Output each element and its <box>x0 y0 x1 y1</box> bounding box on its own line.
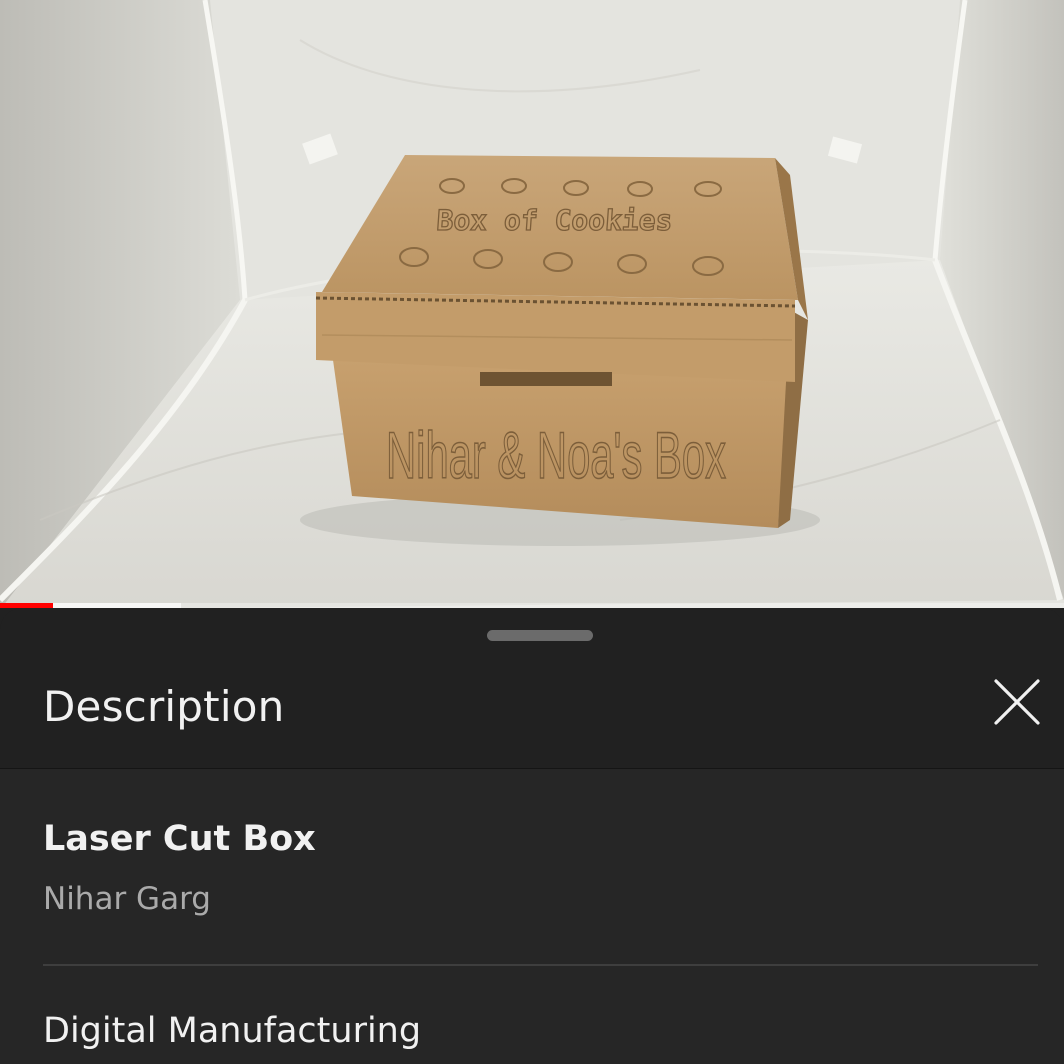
section-label: Digital Manufacturing <box>43 1011 422 1051</box>
drag-handle[interactable] <box>487 630 593 641</box>
close-icon <box>994 679 1040 725</box>
box-lid-text: Box of Cookies <box>436 204 674 237</box>
video-player[interactable]: Box of Cookies Nihar & Noa's Box <box>0 0 1064 608</box>
video-title: Laser Cut Box <box>43 819 316 859</box>
description-sheet: Description Laser Cut Box Nihar Garg Dig… <box>0 608 1064 1064</box>
video-frame: Box of Cookies Nihar & Noa's Box <box>0 0 1064 608</box>
channel-name[interactable]: Nihar Garg <box>43 881 211 917</box>
box-side-text: Nihar & Noa's Box <box>386 418 726 492</box>
description-content: Laser Cut Box Nihar Garg Digital Manufac… <box>0 769 1064 1064</box>
sheet-title: Description <box>43 682 285 731</box>
divider <box>43 964 1038 966</box>
sheet-header: Description <box>0 658 1064 769</box>
close-button[interactable] <box>984 669 1050 735</box>
